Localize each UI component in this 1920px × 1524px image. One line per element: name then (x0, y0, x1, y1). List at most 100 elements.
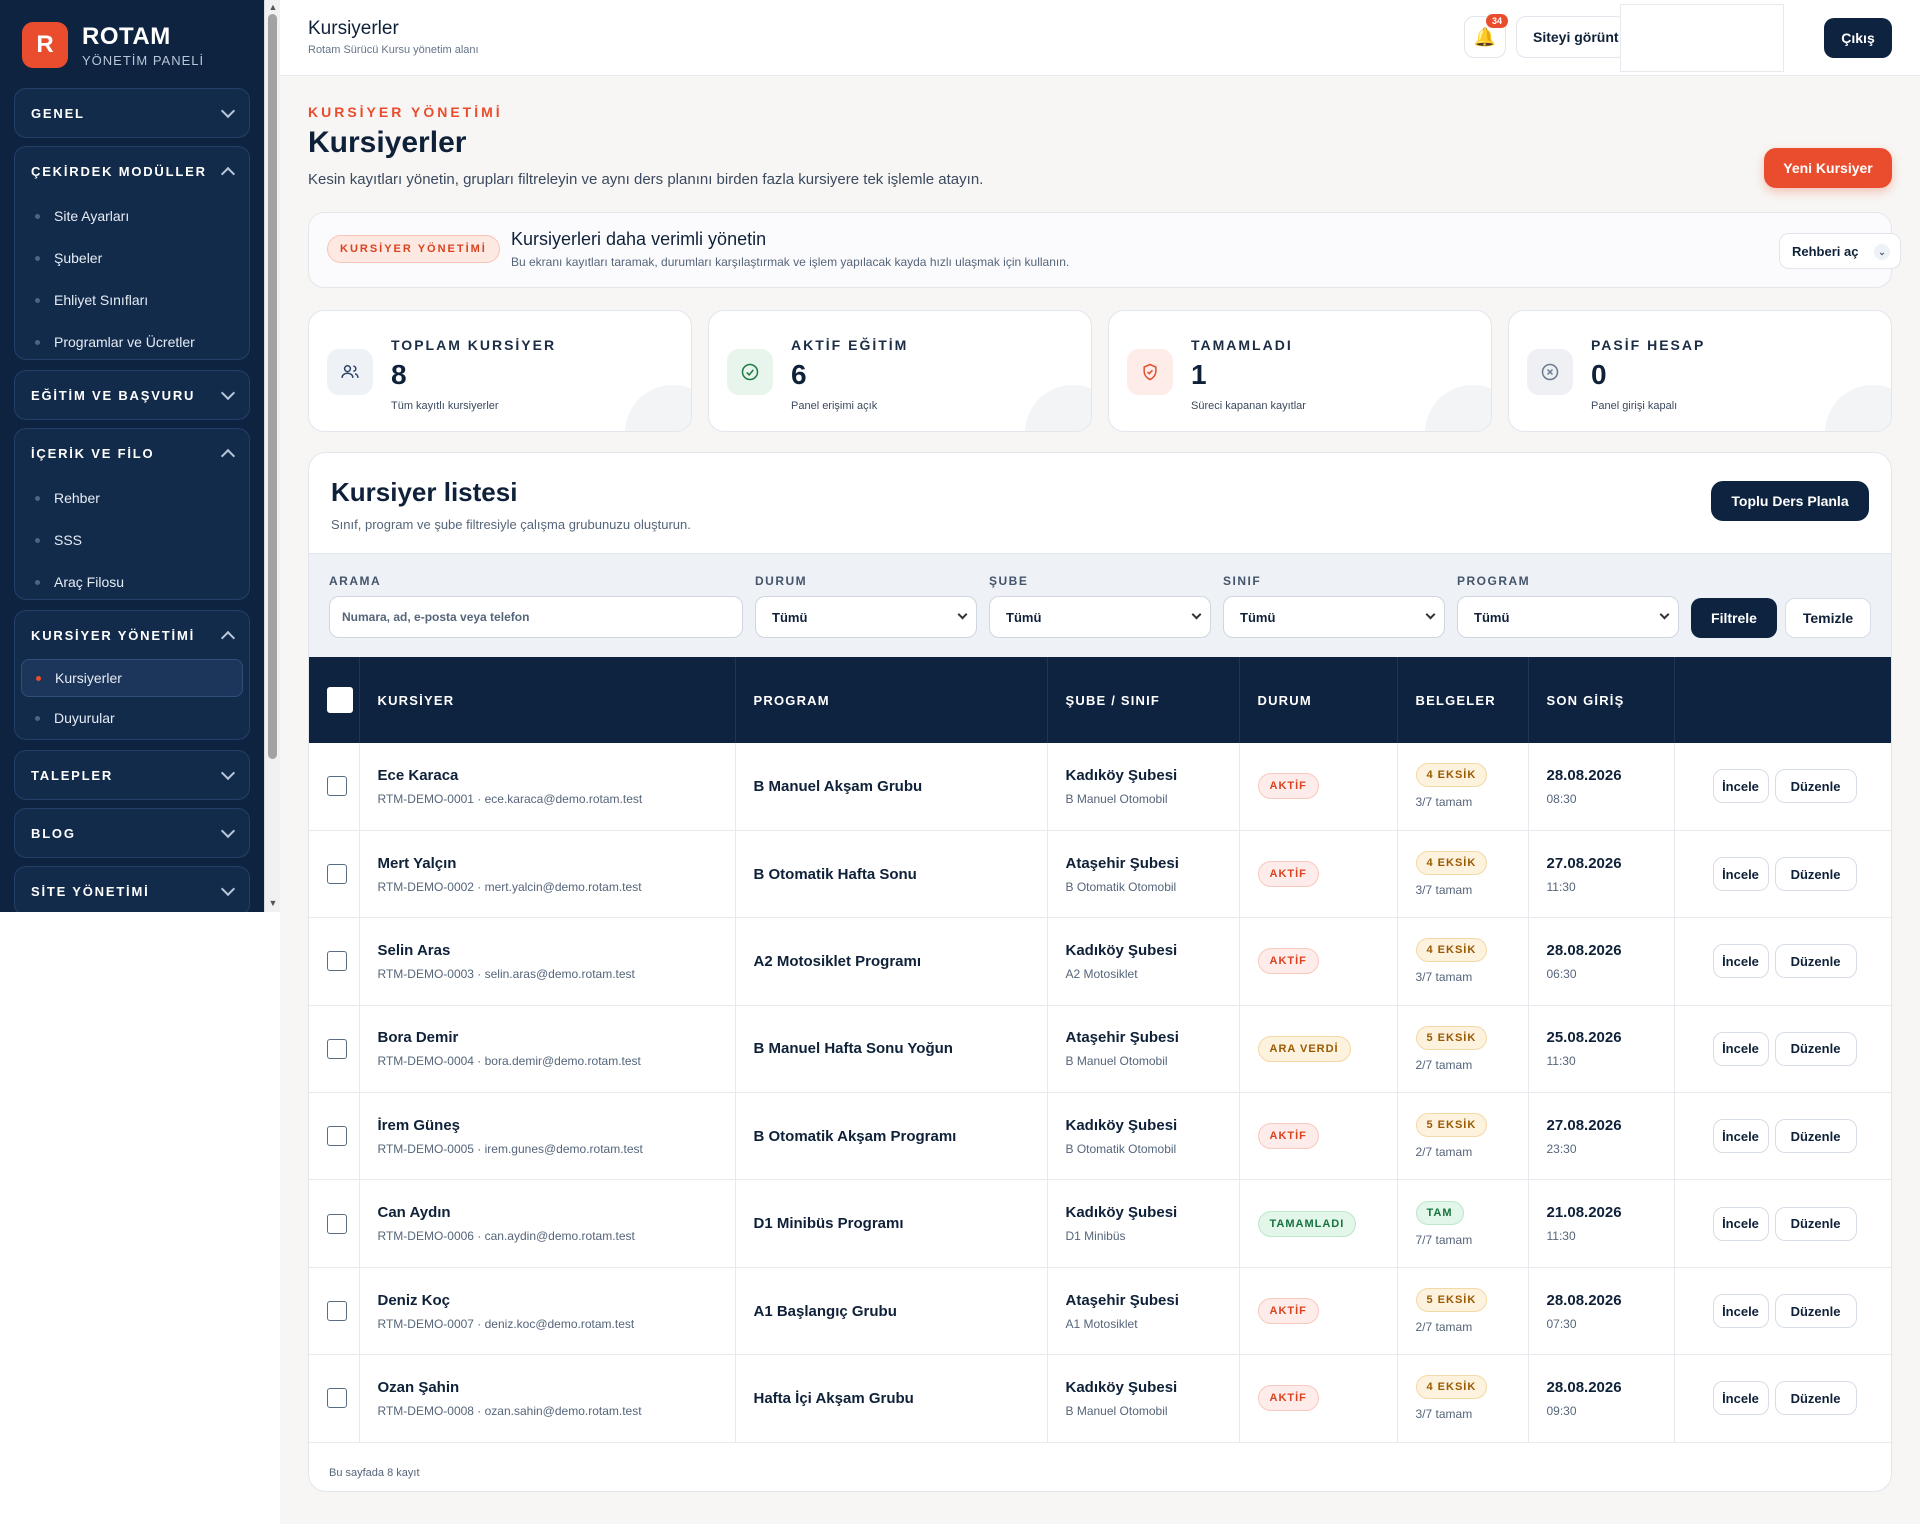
filter-button[interactable]: Filtrele (1691, 598, 1777, 638)
status-select[interactable]: Tümü (755, 596, 977, 638)
table-row[interactable]: Mert Yalçın RTM-DEMO-0002 · mert.yalcin@d… (309, 830, 1891, 918)
brand[interactable]: R ROTAM YÖNETİM PANELİ (22, 22, 204, 68)
class-select[interactable]: Tümü (1223, 596, 1445, 638)
search-input[interactable]: Numara, ad, e-posta veya telefon (329, 596, 743, 638)
column-header-branch[interactable]: ŞUBE / SINIF (1047, 657, 1240, 743)
row-checkbox[interactable] (327, 1213, 347, 1234)
row-checkbox[interactable] (327, 951, 347, 972)
stat-label: PASİF HESAP (1591, 337, 1706, 353)
bulk-lesson-plan-button[interactable]: Toplu Ders Planla (1711, 481, 1869, 521)
view-button[interactable]: İncele (1712, 1206, 1769, 1241)
last-login-cell: 28.08.2026 09:30 (1528, 1354, 1675, 1443)
select-all-checkbox[interactable] (327, 687, 353, 713)
nav-group-cekirdek-toggle[interactable]: ÇEKİRDEK MODÜLLER (15, 147, 249, 195)
program-select[interactable]: Tümü (1457, 596, 1679, 638)
table-row[interactable]: Can Aydın RTM-DEMO-0006 · can.aydin@demo.… (309, 1179, 1891, 1268)
student-name[interactable]: Selin Aras (378, 942, 735, 959)
student-name[interactable]: Ece Karaca (378, 767, 735, 784)
student-name[interactable]: Mert Yalçın (378, 855, 735, 872)
column-header-last-login[interactable]: SON GİRİŞ (1528, 657, 1675, 743)
student-name[interactable]: Bora Demir (378, 1029, 735, 1046)
row-checkbox[interactable] (327, 776, 347, 797)
row-checkbox[interactable] (327, 1388, 347, 1409)
student-name[interactable]: İrem Güneş (378, 1117, 735, 1134)
column-header-program[interactable]: PROGRAM (735, 657, 1048, 743)
clear-button[interactable]: Temizle (1785, 598, 1871, 638)
row-checkbox[interactable] (327, 1038, 347, 1059)
view-button[interactable]: İncele (1712, 857, 1769, 892)
edit-button[interactable]: Düzenle (1774, 1206, 1857, 1241)
page-title: Kursiyerler (308, 126, 467, 159)
edit-button[interactable]: Düzenle (1774, 769, 1857, 804)
edit-button[interactable]: Düzenle (1774, 1294, 1857, 1329)
scrollbar-thumb[interactable] (268, 14, 277, 759)
nav-group-site-toggle[interactable]: SİTE YÖNETİMİ (15, 867, 249, 912)
column-header-student[interactable]: KURSİYER (359, 657, 736, 743)
row-checkbox[interactable] (327, 1126, 347, 1147)
nav-group-genel-toggle[interactable]: GENEL (15, 89, 249, 137)
table-row[interactable]: Selin Aras RTM-DEMO-0003 · selin.aras@dem… (309, 917, 1891, 1006)
row-checkbox[interactable] (327, 864, 347, 885)
sidebar-item-guide[interactable]: Rehber (15, 477, 249, 519)
open-guide-button[interactable]: Rehberi aç ⌄ (1779, 233, 1901, 269)
new-student-button[interactable]: Yeni Kursiyer (1764, 148, 1892, 188)
sidebar-item-label: Şubeler (54, 250, 103, 266)
view-button[interactable]: İncele (1712, 1031, 1769, 1066)
branch-select[interactable]: Tümü (989, 596, 1211, 638)
edit-button[interactable]: Düzenle (1774, 944, 1857, 979)
view-button[interactable]: İncele (1712, 1381, 1769, 1416)
last-login-cell: 21.08.2026 11:30 (1528, 1179, 1675, 1268)
view-button[interactable]: İncele (1712, 1294, 1769, 1329)
nav-group-talepler-toggle[interactable]: TALEPLER (15, 751, 249, 799)
edit-button[interactable]: Düzenle (1774, 857, 1857, 892)
scroll-up-icon[interactable]: ▲ (268, 2, 278, 12)
branch-cell: Kadıköy Şubesi A2 Motosiklet (1047, 917, 1240, 1006)
student-name[interactable]: Ozan Şahin (378, 1379, 735, 1396)
sidebar-item-fleet[interactable]: Araç Filosu (15, 561, 249, 603)
student-name[interactable]: Deniz Koç (378, 1292, 735, 1309)
nav-group-icerik-toggle[interactable]: İÇERİK VE FİLO (15, 429, 249, 477)
row-checkbox[interactable] (327, 1301, 347, 1322)
status-cell: AKTİF (1239, 1267, 1398, 1355)
nav-group-blog-toggle[interactable]: BLOG (15, 809, 249, 857)
actions-cell: İncele Düzenle (1674, 1180, 1891, 1267)
sidebar-item-students[interactable]: Kursiyerler (21, 659, 243, 697)
bullet-icon (35, 297, 40, 303)
table-row[interactable]: Bora Demir RTM-DEMO-0004 · bora.demir@dem… (309, 1005, 1891, 1093)
table-row[interactable]: Ece Karaca RTM-DEMO-0001 · ece.karaca@dem… (309, 743, 1891, 831)
sidebar-item-announcements[interactable]: Duyurular (15, 697, 249, 739)
documents-progress: 3/7 tamam (1415, 1407, 1473, 1422)
edit-button[interactable]: Düzenle (1774, 1381, 1857, 1416)
view-site-button[interactable]: Siteyi görünt (1516, 16, 1626, 58)
sidebar-item-site-settings[interactable]: Site Ayarları (15, 195, 249, 237)
column-header-status[interactable]: DURUM (1239, 657, 1398, 743)
view-button[interactable]: İncele (1712, 1119, 1769, 1154)
edit-button[interactable]: Düzenle (1774, 1031, 1857, 1066)
logout-button[interactable]: Çıkış (1824, 18, 1892, 58)
edit-button[interactable]: Düzenle (1774, 1119, 1857, 1154)
table-row[interactable]: İrem Güneş RTM-DEMO-0005 · irem.gunes@dem… (309, 1092, 1891, 1180)
class-name: B Otomatik Otomobil (1065, 1141, 1177, 1156)
chevron-up-icon (220, 448, 236, 463)
table-row[interactable]: Ozan Şahin RTM-DEMO-0008 · ozan.sahin@dem… (309, 1354, 1891, 1443)
sidebar-item-license-classes[interactable]: Ehliyet Sınıfları (15, 279, 249, 321)
nav-group-egitim-toggle[interactable]: EĞİTİM VE BAŞVURU (15, 371, 249, 419)
status-cell: AKTİF (1239, 743, 1398, 831)
sidebar-item-faq[interactable]: SSS (15, 519, 249, 561)
last-login-date: 28.08.2026 (1546, 1291, 1622, 1309)
student-cell: Bora Demir RTM-DEMO-0004 · bora.demir@dem… (359, 1005, 736, 1093)
sidebar-scrollbar[interactable]: ▲ ▼ (264, 0, 280, 912)
scroll-down-icon[interactable]: ▼ (268, 898, 278, 908)
view-button[interactable]: İncele (1712, 944, 1769, 979)
stat-sub: Süreci kapanan kayıtlar (1191, 400, 1306, 412)
sidebar-item-programs[interactable]: Programlar ve Ücretler (15, 321, 249, 363)
column-header-documents[interactable]: BELGELER (1397, 657, 1529, 743)
sidebar-item-branches[interactable]: Şubeler (15, 237, 249, 279)
student-name[interactable]: Can Aydın (378, 1204, 735, 1221)
table-row[interactable]: Deniz Koç RTM-DEMO-0007 · deniz.koc@demo.… (309, 1267, 1891, 1355)
nav-group-kursiyer-toggle[interactable]: KURSİYER YÖNETİMİ (15, 611, 249, 659)
documents-cell: 4 EKSİK 3/7 tamam (1397, 830, 1529, 918)
view-button[interactable]: İncele (1712, 769, 1769, 804)
brand-name: ROTAM (82, 22, 171, 50)
column-header-actions (1674, 657, 1891, 743)
